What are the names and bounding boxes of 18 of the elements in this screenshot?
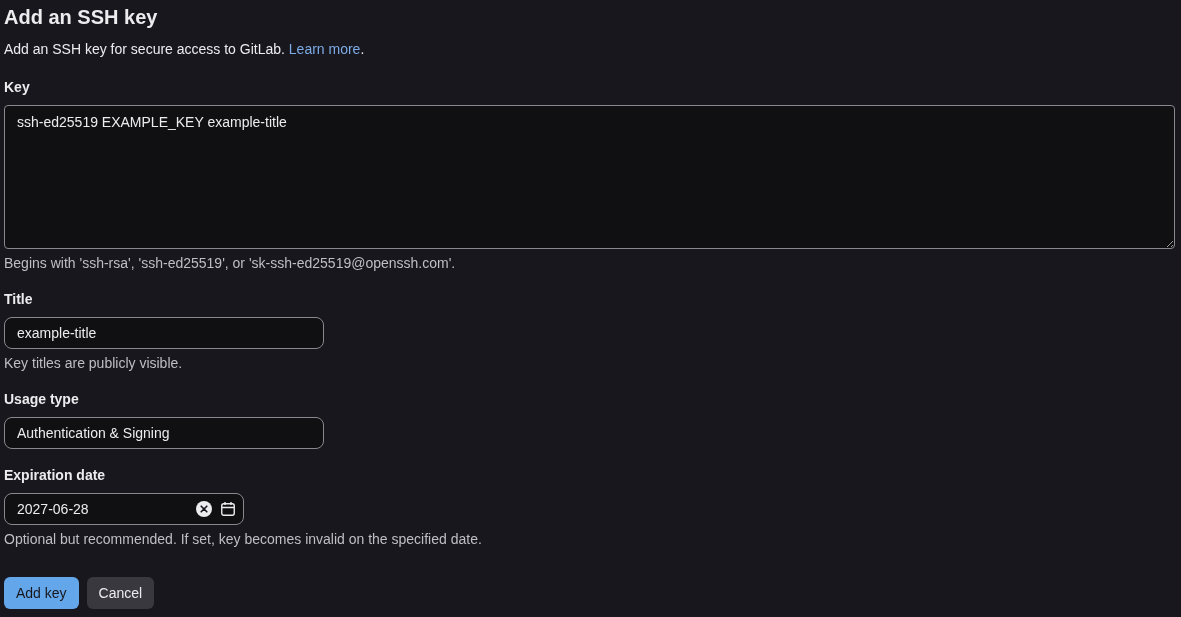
field-label: Key [4,78,30,97]
page-title: Add an SSH key [4,5,158,29]
field-label: Title [4,290,33,309]
field-hint: Optional but recommended. If set, key becomes invalid on the specified date. [4,530,482,549]
add-key-button[interactable]: Add key [4,577,79,609]
title-input[interactable]: example-title [4,317,324,349]
cancel-button[interactable]: Cancel [86,577,155,609]
learn-more-link[interactable]: Learn more [288,41,361,57]
field-hint: Key titles are publicly visible. [4,354,183,373]
field-hint: Begins with 'ssh-rsa', 'ssh-ed25519', or 'sk-ssh-ed25519@openssh.com'. [4,254,456,273]
calendar-icon[interactable] [221,502,235,516]
clear-icon[interactable] [196,501,212,517]
key-textarea[interactable]: ssh-ed25519 EXAMPLE_KEY example-title [4,105,1175,249]
page-description: Add an SSH key for secure access to GitLab. Learn more. [4,40,365,59]
date-field[interactable]: 2027-06-28 [4,493,244,525]
field-label: Expiration date [4,466,106,485]
usage-type-select[interactable]: Authentication & Signing [4,417,324,449]
field-label: Usage type [4,390,79,409]
